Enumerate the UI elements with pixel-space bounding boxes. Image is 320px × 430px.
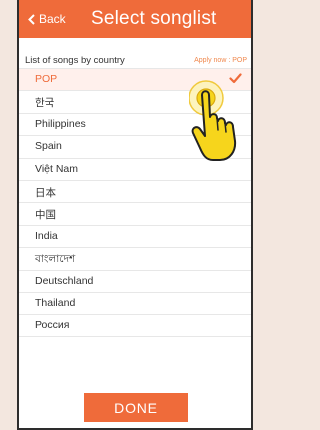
list-item[interactable]: India	[19, 224, 251, 247]
back-button[interactable]: Back	[28, 11, 66, 27]
country-label: বাংলাদেশ	[35, 253, 76, 266]
country-list: POP 한국 Philippines Spain Việt Nam 日本 中国 …	[19, 68, 251, 337]
country-label: Việt Nam	[35, 162, 78, 175]
country-label: Deutschland	[35, 274, 94, 287]
list-item[interactable]: 中国	[19, 202, 251, 224]
list-item[interactable]: Việt Nam	[19, 157, 251, 180]
top-bar: Back Select songlist	[19, 0, 251, 38]
back-label: Back	[39, 12, 66, 26]
country-label: 한국	[35, 97, 55, 110]
list-item[interactable]: 한국	[19, 90, 251, 112]
country-label: Thailand	[35, 296, 76, 309]
section-header: List of songs by country Apply now : POP	[19, 52, 251, 68]
list-item[interactable]: বাংলাদেশ	[19, 247, 251, 269]
list-item[interactable]: POP	[19, 68, 251, 91]
check-icon	[229, 73, 242, 84]
list-item[interactable]: 日本	[19, 179, 251, 202]
list-item[interactable]: Philippines	[19, 112, 251, 135]
country-label: Россия	[35, 319, 70, 332]
chevron-left-icon	[28, 13, 35, 25]
phone-screen: Back Select songlist List of songs by co…	[17, 0, 253, 430]
page-title: Select songlist	[91, 8, 217, 29]
country-label: POP	[35, 73, 58, 85]
list-item[interactable]: Deutschland	[19, 269, 251, 292]
country-label: 日本	[35, 186, 56, 199]
list-item[interactable]: Thailand	[19, 291, 251, 314]
country-label: 中国	[35, 209, 56, 222]
country-label: Spain	[35, 140, 62, 153]
list-item[interactable]: Россия	[19, 314, 251, 337]
list-item[interactable]: Spain	[19, 135, 251, 157]
apply-now-status: Apply now : POP	[194, 57, 247, 64]
country-label: India	[35, 229, 58, 242]
section-title: List of songs by country	[25, 55, 125, 66]
done-button[interactable]: DONE	[84, 393, 188, 422]
country-label: Philippines	[35, 117, 86, 130]
